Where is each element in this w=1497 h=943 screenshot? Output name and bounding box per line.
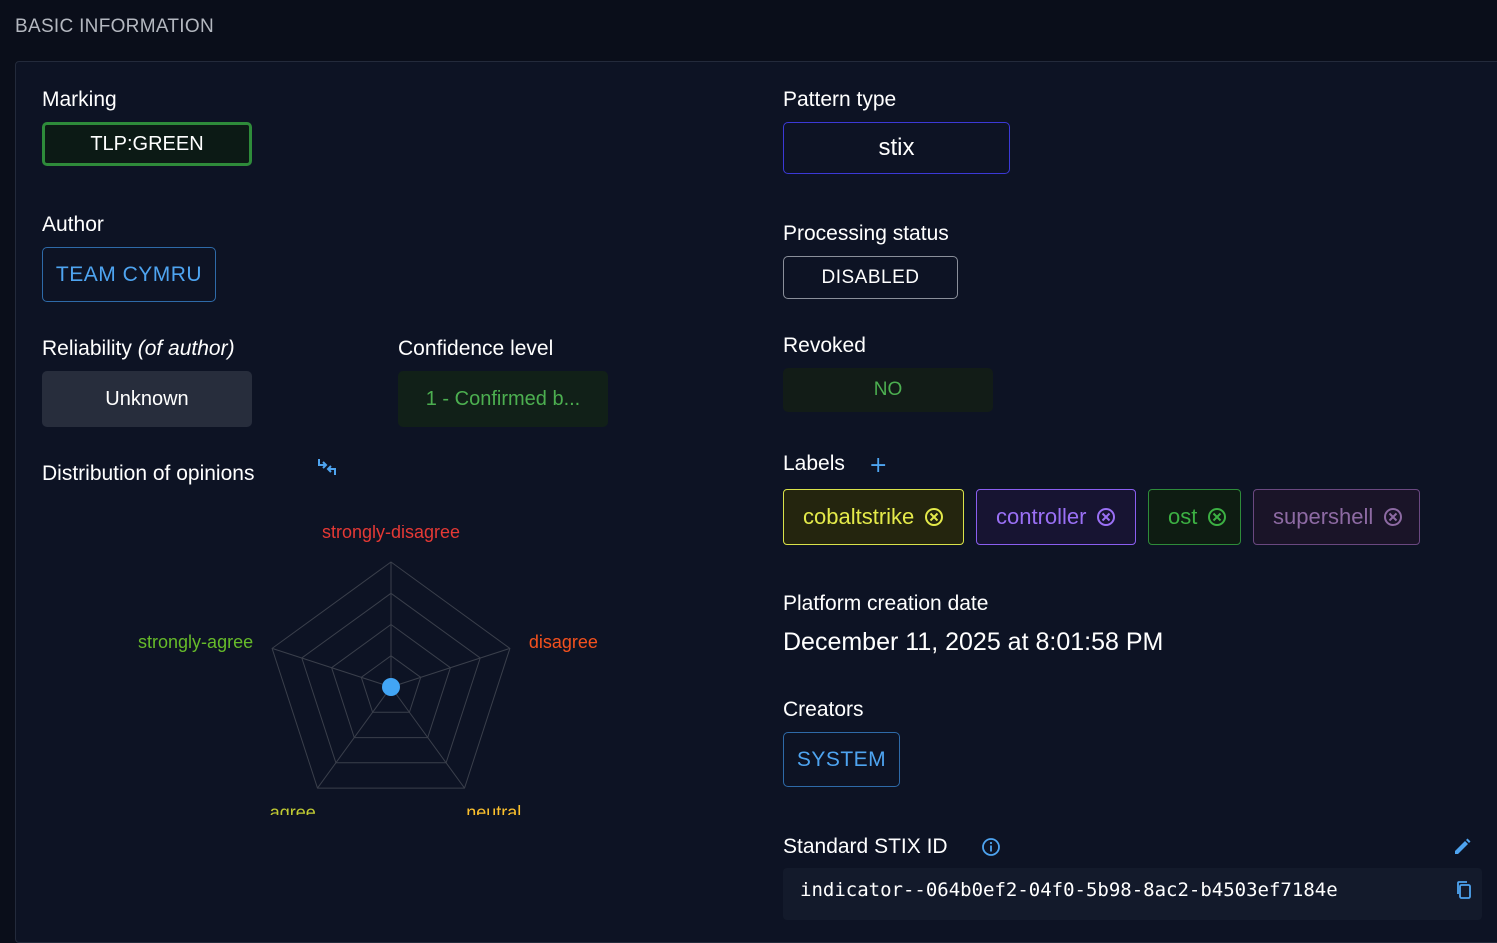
processing-status-chip[interactable]: DISABLED	[783, 256, 958, 299]
creators-label: Creators	[783, 698, 864, 721]
stix-id-label: Standard STIX ID	[783, 835, 948, 858]
label-chip[interactable]: ost	[1148, 489, 1241, 545]
radar-axis-label: strongly-disagree	[322, 525, 460, 542]
radar-axis-label: agree	[270, 802, 316, 815]
reliability-label-text: Reliability	[42, 337, 132, 360]
revoked-label: Revoked	[783, 334, 866, 357]
reliability-label-suffix: (of author)	[137, 337, 235, 360]
labels-label: Labels	[783, 452, 845, 475]
processing-status-label: Processing status	[783, 222, 949, 245]
remove-label-icon[interactable]	[1096, 507, 1116, 527]
label-chip[interactable]: controller	[976, 489, 1136, 545]
pattern-type-label: Pattern type	[783, 88, 897, 111]
radar-spoke	[390, 647, 511, 688]
swap-icon[interactable]	[316, 457, 338, 481]
label-chip-text: ost	[1168, 504, 1198, 529]
creator-chip[interactable]: SYSTEM	[783, 732, 900, 787]
platform-creation-date-label: Platform creation date	[783, 592, 989, 615]
radar-axis-labels: strongly-disagree disagree neutral agree str…	[138, 525, 598, 815]
radar-spoke	[271, 647, 392, 688]
confidence-value: 1 - Confirmed b...	[425, 387, 581, 410]
opinions-radar-chart: strongly-disagree disagree neutral agree str…	[138, 525, 598, 815]
confidence-chip: 1 - Confirmed b...	[398, 371, 608, 427]
marking-label: Marking	[42, 88, 117, 111]
radar-data-point	[382, 678, 400, 696]
author-chip[interactable]: TEAM CYMRU	[42, 247, 216, 302]
platform-creation-date-value: December 11, 2025 at 8:01:58 PM	[783, 628, 1164, 656]
add-label-icon[interactable]: +	[869, 453, 887, 478]
radar-axis-label: neutral	[466, 802, 521, 815]
pattern-type-chip: stix	[783, 122, 1010, 174]
remove-label-icon[interactable]	[1383, 507, 1403, 527]
info-icon[interactable]	[981, 837, 1001, 861]
label-chip-text: cobaltstrike	[803, 504, 915, 529]
reliability-label: Reliability (of author)	[42, 337, 235, 361]
label-chip[interactable]: supershell	[1253, 489, 1420, 545]
opinions-label: Distribution of opinions	[42, 462, 255, 485]
radar-grid	[271, 561, 511, 789]
reliability-chip: Unknown	[42, 371, 252, 427]
label-chip-text: controller	[996, 504, 1087, 529]
author-label: Author	[42, 213, 104, 236]
revoked-chip: NO	[783, 368, 993, 412]
radar-axis-label: disagree	[529, 632, 598, 652]
section-title: BASIC INFORMATION	[15, 16, 214, 37]
confidence-label: Confidence level	[398, 337, 554, 360]
edit-icon[interactable]	[1452, 837, 1472, 861]
remove-label-icon[interactable]	[1207, 507, 1227, 527]
remove-label-icon[interactable]	[924, 507, 944, 527]
stix-id-value: indicator--064b0ef2-04f0-5b98-8ac2-b4503…	[800, 879, 1338, 901]
label-chip-text: supershell	[1273, 504, 1374, 529]
label-chip[interactable]: cobaltstrike	[783, 489, 964, 545]
marking-chip[interactable]: TLP:GREEN	[42, 122, 252, 166]
radar-axis-label: strongly-agree	[138, 632, 253, 652]
radar-point-layer	[382, 678, 400, 696]
copy-icon[interactable]	[1455, 880, 1473, 904]
